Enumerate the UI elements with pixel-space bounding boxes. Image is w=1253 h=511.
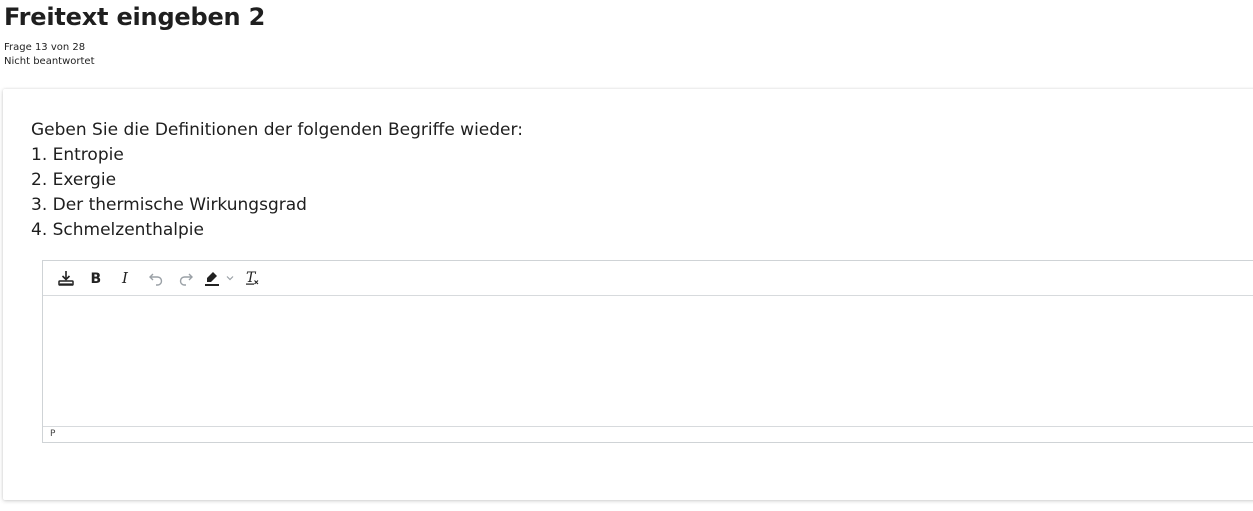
download-button[interactable] (51, 265, 81, 291)
editor-content-area[interactable] (43, 296, 1253, 428)
bold-icon: B (91, 271, 102, 286)
chevron-down-icon (226, 276, 234, 281)
question-item: 2. Exergie (31, 170, 117, 190)
editor-toolbar: B I T (43, 261, 1253, 296)
download-icon (58, 271, 74, 286)
page-header: Freitext eingeben 2 Frage 13 von 28 Nich… (4, 0, 265, 69)
question-item: 3. Der thermische Wirkungsgrad (31, 195, 307, 215)
clear-formatting-button[interactable]: T (237, 265, 267, 291)
redo-button[interactable] (171, 265, 201, 291)
undo-icon (149, 273, 163, 286)
editor-statusbar: P (43, 426, 1253, 442)
question-progress: Frage 13 von 28 (4, 42, 86, 53)
answer-status: Nicht beantwortet (4, 56, 95, 67)
highlight-button[interactable] (201, 265, 223, 291)
page-title: Freitext eingeben 2 (4, 3, 266, 31)
italic-button[interactable]: I (111, 265, 141, 291)
question-prompt: Geben Sie die Definitionen der folgenden… (31, 120, 523, 140)
question-meta: Frage 13 von 28 Nicht beantwortet (4, 41, 265, 69)
question-card: Geben Sie die Definitionen der folgenden… (3, 89, 1253, 500)
svg-text:B: B (91, 271, 102, 286)
redo-icon (179, 273, 193, 286)
element-path[interactable]: P (50, 429, 55, 439)
clear-format-icon: T (246, 270, 259, 286)
question-item: 4. Schmelzenthalpie (31, 220, 204, 240)
question-text: Geben Sie die Definitionen der folgenden… (31, 118, 523, 243)
svg-text:I: I (121, 270, 129, 286)
italic-icon: I (121, 270, 129, 286)
question-item: 1. Entropie (31, 145, 124, 165)
bold-button[interactable]: B (81, 265, 111, 291)
page: Freitext eingeben 2 Frage 13 von 28 Nich… (0, 0, 1253, 511)
rich-text-editor: B I T P (42, 260, 1253, 443)
highlight-color-dropdown[interactable] (223, 265, 237, 291)
highlight-icon (205, 272, 219, 286)
undo-button[interactable] (141, 265, 171, 291)
